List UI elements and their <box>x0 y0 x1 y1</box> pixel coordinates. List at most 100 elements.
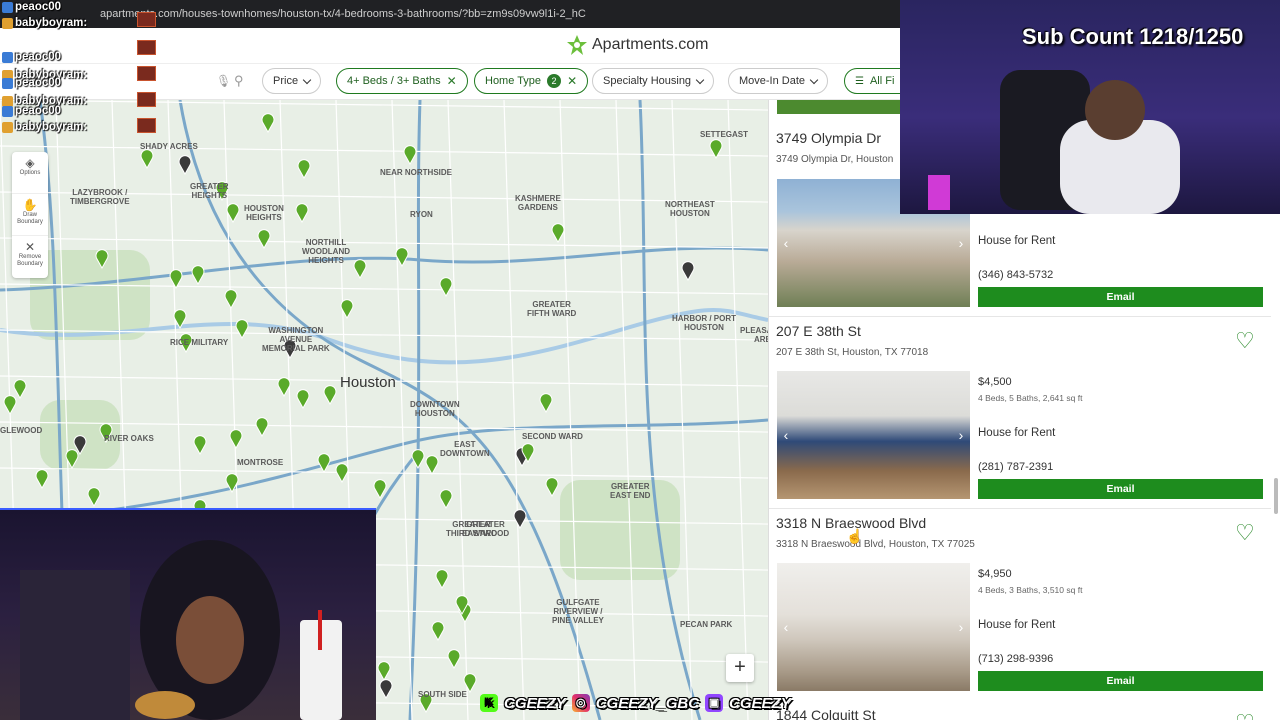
map-pin-icon[interactable] <box>3 395 17 416</box>
zoom-in-button[interactable]: + <box>726 654 754 682</box>
microphone-icon[interactable]: 🎙 <box>216 74 231 88</box>
emote-icon <box>137 92 156 107</box>
map-pin-icon[interactable] <box>191 265 205 286</box>
map-pin-icon[interactable] <box>224 289 238 310</box>
map-pin-icon[interactable] <box>297 159 311 180</box>
listing-name[interactable]: 3749 Olympia Dr <box>776 130 881 146</box>
emote-icon <box>137 118 156 133</box>
chevron-left-icon[interactable]: ‹ <box>779 235 793 251</box>
email-button[interactable]: Email <box>978 287 1263 307</box>
map-pin-icon[interactable] <box>226 203 240 224</box>
map-pin-icon[interactable] <box>545 477 559 498</box>
map-pin-icon[interactable] <box>551 223 565 244</box>
neighborhood-label: SETTEGAST <box>700 130 749 139</box>
chip-label: Price <box>273 75 299 87</box>
remove-boundary-tool[interactable]: ✕ Remove Boundary <box>12 236 48 278</box>
listing-card[interactable]: 1844 Colquitt St ♡ <box>769 700 1273 720</box>
map-pin-icon[interactable] <box>335 463 349 484</box>
neighborhood-label: RIVER OAKS <box>104 434 154 443</box>
listing-card[interactable]: 207 E 38th St 207 E 38th St, Houston, TX… <box>769 316 1273 508</box>
listing-price: $4,500 <box>978 376 1012 388</box>
chat-line: peaoc00 <box>2 50 61 64</box>
map-pin-icon[interactable] <box>257 229 271 250</box>
twitch-handle: CGEEZY <box>729 694 791 712</box>
chevron-right-icon[interactable]: › <box>954 619 968 635</box>
map-pin-icon[interactable] <box>317 453 331 474</box>
listing-card[interactable]: 3318 N Braeswood Blvd 3318 N Braeswood B… <box>769 508 1273 700</box>
map-pin-icon[interactable] <box>439 489 453 510</box>
emote-icon <box>137 12 156 27</box>
tool-label: Options <box>19 170 41 176</box>
map-pin-icon[interactable] <box>513 509 527 530</box>
map-pin-icon[interactable] <box>35 469 49 490</box>
chevron-right-icon[interactable]: › <box>954 427 968 443</box>
map-pin-icon[interactable] <box>261 113 275 134</box>
chevron-left-icon[interactable]: ‹ <box>779 619 793 635</box>
chevron-left-icon[interactable]: ‹ <box>779 427 793 443</box>
beds-baths-filter[interactable]: 4+ Beds / 3+ Baths ✕ <box>336 68 468 94</box>
map-pin-icon[interactable] <box>377 661 391 682</box>
all-filters-button[interactable]: ☰ All Fi <box>844 68 906 94</box>
map-pin-icon[interactable] <box>169 269 183 290</box>
chat-username: babyboyram: <box>15 17 88 29</box>
listing-phone[interactable]: (281) 787-2391 <box>978 461 1053 473</box>
twitch-icon: ▣ <box>705 694 724 712</box>
street-line <box>559 100 581 720</box>
map-pin-icon[interactable] <box>431 621 445 642</box>
map-pin-icon[interactable] <box>539 393 553 414</box>
map-pin-icon[interactable] <box>235 319 249 340</box>
stream-chat: peaoc00 babyboyram: peaoc00 babyboyram: … <box>0 0 160 140</box>
favorite-heart-icon[interactable]: ♡ <box>1235 710 1255 720</box>
chevron-right-icon[interactable]: › <box>954 235 968 251</box>
map-pin-icon[interactable] <box>425 455 439 476</box>
email-button[interactable]: Email <box>978 479 1263 499</box>
badge-icon <box>2 1 13 13</box>
map-pin-icon[interactable] <box>439 277 453 298</box>
listing-phone[interactable]: (346) 843-5732 <box>978 269 1053 281</box>
map-pin-icon[interactable] <box>277 377 291 398</box>
map-pin-icon[interactable] <box>373 479 387 500</box>
map-pin-icon[interactable] <box>193 435 207 456</box>
map-pin-icon[interactable] <box>296 389 310 410</box>
listing-phone[interactable]: (713) 298-9396 <box>978 653 1053 665</box>
map-pin-icon[interactable] <box>411 449 425 470</box>
map-pin-icon[interactable] <box>255 417 269 438</box>
close-icon[interactable]: ✕ <box>447 74 457 88</box>
listing-photo[interactable]: ‹ › <box>777 563 970 691</box>
move-in-date-filter[interactable]: Move-In Date <box>728 68 829 94</box>
chip-label: Home Type <box>485 75 542 87</box>
favorite-heart-icon[interactable]: ♡ <box>1235 520 1255 546</box>
map-pin-icon[interactable] <box>403 145 417 166</box>
map-pin-icon[interactable] <box>13 379 27 400</box>
map-pin-icon[interactable] <box>379 679 393 700</box>
neighborhood-label: MONTROSE <box>237 458 284 467</box>
map-pin-icon[interactable] <box>681 261 695 282</box>
draw-boundary-tool[interactable]: ✋ Draw Boundary <box>12 194 48 236</box>
map-pin-icon[interactable] <box>353 259 367 280</box>
tool-label: Remove Boundary <box>17 254 43 267</box>
favorite-heart-icon[interactable]: ♡ <box>1235 328 1255 354</box>
map-pin-icon[interactable] <box>229 429 243 450</box>
email-button[interactable]: Email <box>978 671 1263 691</box>
map-pin-icon[interactable] <box>323 385 337 406</box>
specialty-housing-filter[interactable]: Specialty Housing <box>592 68 715 94</box>
listing-photo[interactable]: ‹ › <box>777 371 970 499</box>
map-pin-icon[interactable] <box>178 155 192 176</box>
price-filter[interactable]: Price <box>262 68 322 94</box>
close-icon[interactable]: ✕ <box>567 74 577 88</box>
options-tool[interactable]: ◈ Options <box>12 152 48 194</box>
neighborhood-label: NORTHILL WOODLAND HEIGHTS <box>302 238 350 265</box>
map-pin-icon[interactable] <box>447 649 461 670</box>
search-icon[interactable]: ⚲ <box>234 73 244 89</box>
map-pin-icon[interactable] <box>435 569 449 590</box>
home-type-filter[interactable]: Home Type 2 ✕ <box>474 68 589 94</box>
emote-icon <box>137 66 156 81</box>
map-pin-icon[interactable] <box>140 149 154 170</box>
sub-count-label: Sub Count 1218/1250 <box>1022 24 1244 49</box>
listing-name[interactable]: 207 E 38th St <box>776 323 861 339</box>
apartments-logo[interactable]: Apartments.com <box>566 34 708 56</box>
neighborhood-label: GREATER FIFTH WARD <box>527 300 577 318</box>
map-pin-icon[interactable] <box>295 203 309 224</box>
scrollbar[interactable] <box>1274 478 1278 514</box>
map-pin-icon[interactable] <box>87 487 101 508</box>
